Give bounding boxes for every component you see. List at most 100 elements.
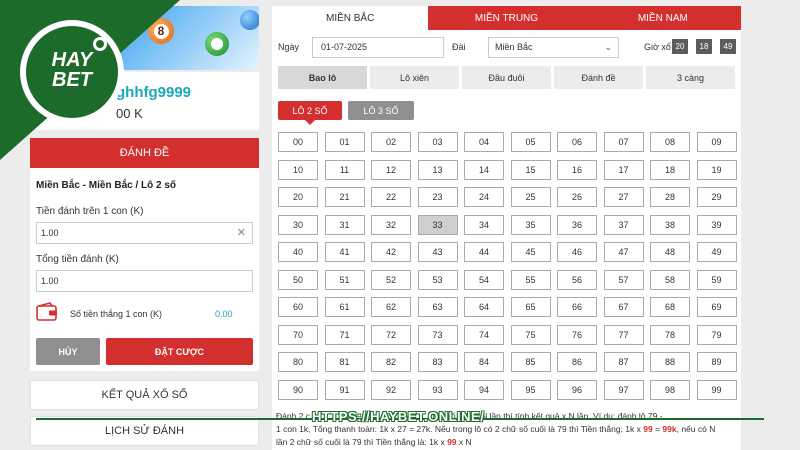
bet-history-button[interactable]: LỊCH SỬ ĐÁNH	[30, 416, 259, 446]
tab-mien-bac[interactable]: MIỀN BẮC	[272, 6, 429, 30]
number-cell-41[interactable]: 41	[324, 242, 365, 262]
number-cell-72[interactable]: 72	[371, 324, 411, 345]
number-cell-27[interactable]: 27	[603, 187, 644, 207]
tab-danh-de[interactable]: Đánh đề	[554, 66, 643, 89]
number-cell-98[interactable]: 98	[650, 379, 690, 400]
number-cell-20[interactable]: 20	[278, 187, 318, 207]
number-cell-80[interactable]: 80	[278, 352, 318, 372]
number-cell-23[interactable]: 23	[417, 187, 458, 207]
number-cell-90[interactable]: 90	[278, 379, 318, 400]
number-cell-31[interactable]: 31	[324, 214, 365, 235]
number-cell-25[interactable]: 25	[510, 187, 551, 207]
stake-input[interactable]: 1.00 ✕	[36, 222, 253, 244]
total-input[interactable]: 1.00	[36, 270, 253, 292]
number-cell-42[interactable]: 42	[371, 242, 411, 262]
number-cell-71[interactable]: 71	[324, 324, 365, 345]
number-cell-45[interactable]: 45	[510, 242, 551, 262]
date-field[interactable]: 01-07-2025	[312, 37, 444, 58]
number-cell-15[interactable]: 15	[510, 159, 551, 180]
number-cell-65[interactable]: 65	[510, 297, 551, 317]
tab-lo-xien[interactable]: Lô xiên	[370, 66, 459, 89]
number-cell-01[interactable]: 01	[324, 132, 365, 152]
number-cell-78[interactable]: 78	[650, 324, 690, 345]
lo-3-so-button[interactable]: LÔ 3 SỐ	[348, 101, 414, 120]
number-cell-06[interactable]: 06	[557, 132, 597, 152]
number-cell-89[interactable]: 89	[696, 352, 737, 372]
number-cell-77[interactable]: 77	[603, 324, 644, 345]
tab-bao-lo[interactable]: Bao lô	[278, 66, 367, 89]
number-cell-76[interactable]: 76	[557, 324, 597, 345]
number-cell-66[interactable]: 66	[557, 297, 597, 317]
number-cell-67[interactable]: 67	[603, 297, 644, 317]
number-cell-39[interactable]: 39	[696, 214, 737, 235]
number-cell-83[interactable]: 83	[417, 352, 458, 372]
number-cell-24[interactable]: 24	[464, 187, 504, 207]
number-cell-50[interactable]: 50	[278, 269, 318, 290]
number-cell-58[interactable]: 58	[650, 269, 690, 290]
number-cell-92[interactable]: 92	[371, 379, 411, 400]
number-cell-17[interactable]: 17	[603, 159, 644, 180]
number-cell-64[interactable]: 64	[464, 297, 504, 317]
number-cell-02[interactable]: 02	[371, 132, 411, 152]
number-cell-91[interactable]: 91	[324, 379, 365, 400]
number-cell-79[interactable]: 79	[696, 324, 737, 345]
number-cell-13[interactable]: 13	[417, 159, 458, 180]
number-cell-09[interactable]: 09	[696, 132, 737, 152]
number-cell-61[interactable]: 61	[324, 297, 365, 317]
number-cell-11[interactable]: 11	[324, 159, 365, 180]
tab-3-cang[interactable]: 3 càng	[646, 66, 735, 89]
number-cell-88[interactable]: 88	[650, 352, 690, 372]
number-cell-14[interactable]: 14	[464, 159, 504, 180]
number-cell-95[interactable]: 95	[510, 379, 551, 400]
number-cell-84[interactable]: 84	[464, 352, 504, 372]
number-cell-73[interactable]: 73	[417, 324, 458, 345]
number-cell-74[interactable]: 74	[464, 324, 504, 345]
number-cell-19[interactable]: 19	[696, 159, 737, 180]
number-cell-52[interactable]: 52	[371, 269, 411, 290]
number-cell-28[interactable]: 28	[650, 187, 690, 207]
tab-mien-nam[interactable]: MIỀN NAM	[584, 6, 741, 30]
number-cell-82[interactable]: 82	[371, 352, 411, 372]
number-cell-96[interactable]: 96	[557, 379, 597, 400]
number-cell-22[interactable]: 22	[371, 187, 411, 207]
number-cell-47[interactable]: 47	[603, 242, 644, 262]
number-cell-44[interactable]: 44	[464, 242, 504, 262]
number-cell-34[interactable]: 34	[464, 214, 504, 235]
number-cell-36[interactable]: 36	[557, 214, 597, 235]
number-cell-30[interactable]: 30	[278, 214, 318, 235]
number-cell-18[interactable]: 18	[650, 159, 690, 180]
number-cell-49[interactable]: 49	[696, 242, 737, 262]
number-cell-04[interactable]: 04	[464, 132, 504, 152]
number-cell-54[interactable]: 54	[464, 269, 504, 290]
number-cell-35[interactable]: 35	[510, 214, 551, 235]
number-cell-05[interactable]: 05	[510, 132, 551, 152]
lo-2-so-button[interactable]: LÔ 2 SỐ	[278, 101, 342, 120]
number-cell-55[interactable]: 55	[510, 269, 551, 290]
cancel-button[interactable]: HỦY	[36, 338, 100, 365]
number-cell-46[interactable]: 46	[557, 242, 597, 262]
number-cell-33[interactable]: 33	[417, 214, 458, 235]
number-cell-86[interactable]: 86	[557, 352, 597, 372]
number-cell-32[interactable]: 32	[371, 214, 411, 235]
number-cell-57[interactable]: 57	[603, 269, 644, 290]
number-cell-16[interactable]: 16	[557, 159, 597, 180]
number-cell-48[interactable]: 48	[650, 242, 690, 262]
number-cell-68[interactable]: 68	[650, 297, 690, 317]
number-cell-56[interactable]: 56	[557, 269, 597, 290]
number-cell-70[interactable]: 70	[278, 324, 318, 345]
number-cell-29[interactable]: 29	[696, 187, 737, 207]
number-cell-59[interactable]: 59	[696, 269, 737, 290]
number-cell-08[interactable]: 08	[650, 132, 690, 152]
number-cell-40[interactable]: 40	[278, 242, 318, 262]
number-cell-87[interactable]: 87	[603, 352, 644, 372]
clear-icon[interactable]: ✕	[237, 223, 246, 243]
number-cell-60[interactable]: 60	[278, 297, 318, 317]
lottery-results-button[interactable]: KẾT QUẢ XỔ SỐ	[30, 380, 259, 410]
tab-mien-trung[interactable]: MIỀN TRUNG	[428, 6, 585, 30]
number-cell-07[interactable]: 07	[603, 132, 644, 152]
number-cell-85[interactable]: 85	[510, 352, 551, 372]
number-cell-53[interactable]: 53	[417, 269, 458, 290]
number-cell-81[interactable]: 81	[324, 352, 365, 372]
number-cell-10[interactable]: 10	[278, 159, 318, 180]
number-cell-21[interactable]: 21	[324, 187, 365, 207]
